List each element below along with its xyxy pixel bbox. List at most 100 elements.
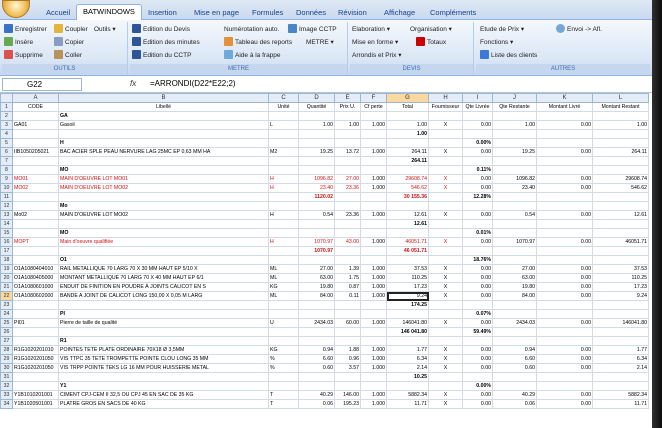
cell-a6[interactable]: IIB1050205021 <box>12 147 59 157</box>
cell-f22[interactable]: 1.000 <box>360 291 387 301</box>
cell-i12[interactable] <box>462 201 493 211</box>
row-header[interactable]: 24 <box>0 309 13 319</box>
cell-i13[interactable]: 0.00 <box>462 210 493 220</box>
cell-b33[interactable]: CIMENT CPJ-CEM II 32,5 OU CPJ 45 EN SAC … <box>58 390 269 400</box>
cell-b27[interactable]: R1 <box>58 336 269 346</box>
cell-l11[interactable] <box>592 192 649 202</box>
cell-a15[interactable] <box>12 228 59 238</box>
cell-h10[interactable]: X <box>428 183 463 193</box>
row-header[interactable]: 13 <box>0 210 13 220</box>
cell-f21[interactable]: 1.000 <box>360 282 387 292</box>
cell-c22[interactable]: ML <box>268 291 299 301</box>
row-header[interactable]: 7 <box>0 156 13 166</box>
cell-e19[interactable]: 1.39 <box>334 264 361 274</box>
fx-icon[interactable]: fx <box>130 79 136 88</box>
cell-k31[interactable] <box>536 372 593 382</box>
cell-e3[interactable]: 1.00 <box>334 120 361 130</box>
cell-c20[interactable]: ML <box>268 273 299 283</box>
cell-d11[interactable]: 1120.02 <box>298 192 335 202</box>
mise-en-forme-menu[interactable]: Mise en forme ▾ <box>352 37 398 49</box>
cell-h26[interactable] <box>428 327 463 337</box>
cell-l16[interactable]: 46051.71 <box>592 237 649 247</box>
cell-l31[interactable] <box>592 372 649 382</box>
cell-d12[interactable] <box>298 201 335 211</box>
cell-e32[interactable] <box>334 381 361 391</box>
cell-c9[interactable]: H <box>268 174 299 184</box>
cell-j11[interactable] <box>492 192 537 202</box>
cell-k6[interactable]: 0.00 <box>536 147 593 157</box>
cell-j21[interactable]: 19.80 <box>492 282 537 292</box>
cell-d17[interactable]: 1070.97 <box>298 246 335 256</box>
cell-i11[interactable]: 12.28% <box>462 192 493 202</box>
cell-e31[interactable] <box>334 372 361 382</box>
cell-i18[interactable]: 18.76% <box>462 255 493 265</box>
coupler-button[interactable]: Coupler <box>54 24 88 36</box>
cell-f34[interactable]: 1.000 <box>360 399 387 409</box>
cell-h19[interactable]: X <box>428 264 463 274</box>
cell-g30[interactable]: 2.14 <box>386 363 429 373</box>
cell-d29[interactable]: 6.60 <box>298 354 335 364</box>
tab-donnees[interactable]: Données <box>290 6 332 20</box>
cell-c24[interactable] <box>268 309 299 319</box>
cell-i22[interactable]: 0.00 <box>462 291 493 301</box>
select-all-corner[interactable] <box>0 93 13 103</box>
cell-g14[interactable]: 12.61 <box>386 219 429 229</box>
cell-i20[interactable]: 0.00 <box>462 273 493 283</box>
cell-j4[interactable] <box>492 129 537 139</box>
cell-e11[interactable] <box>334 192 361 202</box>
row-header[interactable]: 11 <box>0 192 13 202</box>
cell-d10[interactable]: 23.40 <box>298 183 335 193</box>
cell-d26[interactable] <box>298 327 335 337</box>
cell-h5[interactable] <box>428 138 463 148</box>
cell-k30[interactable]: 0.00 <box>536 363 593 373</box>
cell-j32[interactable] <box>492 381 537 391</box>
tableau-reports-button[interactable]: Tableau des reports <box>224 37 292 49</box>
cell-l4[interactable] <box>592 129 649 139</box>
cell-b20[interactable]: MONTANT METALLIQUE 70 LARG 70 X 40 MM HA… <box>58 273 269 283</box>
cell-h23[interactable] <box>428 300 463 310</box>
cell-h28[interactable]: X <box>428 345 463 355</box>
cell-a24[interactable] <box>12 309 59 319</box>
cell-h22[interactable]: X <box>428 291 463 301</box>
cell-g5[interactable] <box>386 138 429 148</box>
image-cctp-button[interactable]: Image CCTP <box>288 24 337 36</box>
cell-f3[interactable]: 1.000 <box>360 120 387 130</box>
cell-d21[interactable]: 19.80 <box>298 282 335 292</box>
row-header[interactable]: 4 <box>0 129 13 139</box>
cell-e27[interactable] <box>334 336 361 346</box>
cell-i31[interactable] <box>462 372 493 382</box>
cell-b29[interactable]: VIS TTPC 35 TETE TROMPETTE POINTE CLOU L… <box>58 354 269 364</box>
cell-l26[interactable] <box>592 327 649 337</box>
cell-c34[interactable]: T <box>268 399 299 409</box>
metre-menu[interactable]: METRE ▾ <box>306 37 334 49</box>
cell-c32[interactable] <box>268 381 299 391</box>
cell-c16[interactable]: H <box>268 237 299 247</box>
cell-a23[interactable] <box>12 300 59 310</box>
cell-c30[interactable]: % <box>268 363 299 373</box>
cell-k32[interactable] <box>536 381 593 391</box>
cell-f24[interactable] <box>360 309 387 319</box>
row-header[interactable]: 6 <box>0 147 13 157</box>
cell-f31[interactable] <box>360 372 387 382</box>
row-header[interactable]: 16 <box>0 237 13 247</box>
cell-e6[interactable]: 13.72 <box>334 147 361 157</box>
cell-g12[interactable] <box>386 201 429 211</box>
cell-j5[interactable] <box>492 138 537 148</box>
cell-h33[interactable]: X <box>428 390 463 400</box>
cell-f6[interactable]: 1.000 <box>360 147 387 157</box>
cell-d22[interactable]: 84.00 <box>298 291 335 301</box>
cell-b24[interactable]: PI <box>58 309 269 319</box>
cell-f10[interactable]: 1.000 <box>360 183 387 193</box>
cell-f13[interactable]: 1.000 <box>360 210 387 220</box>
cell-i23[interactable] <box>462 300 493 310</box>
cell-k22[interactable]: 0.00 <box>536 291 593 301</box>
cell-c1[interactable]: Unité <box>268 102 299 112</box>
cell-k26[interactable] <box>536 327 593 337</box>
cell-h29[interactable]: X <box>428 354 463 364</box>
cell-b2[interactable]: GA <box>58 111 269 121</box>
cell-h31[interactable] <box>428 372 463 382</box>
cell-j33[interactable]: 40.29 <box>492 390 537 400</box>
cell-k5[interactable] <box>536 138 593 148</box>
cell-k14[interactable] <box>536 219 593 229</box>
cell-a14[interactable] <box>12 219 59 229</box>
